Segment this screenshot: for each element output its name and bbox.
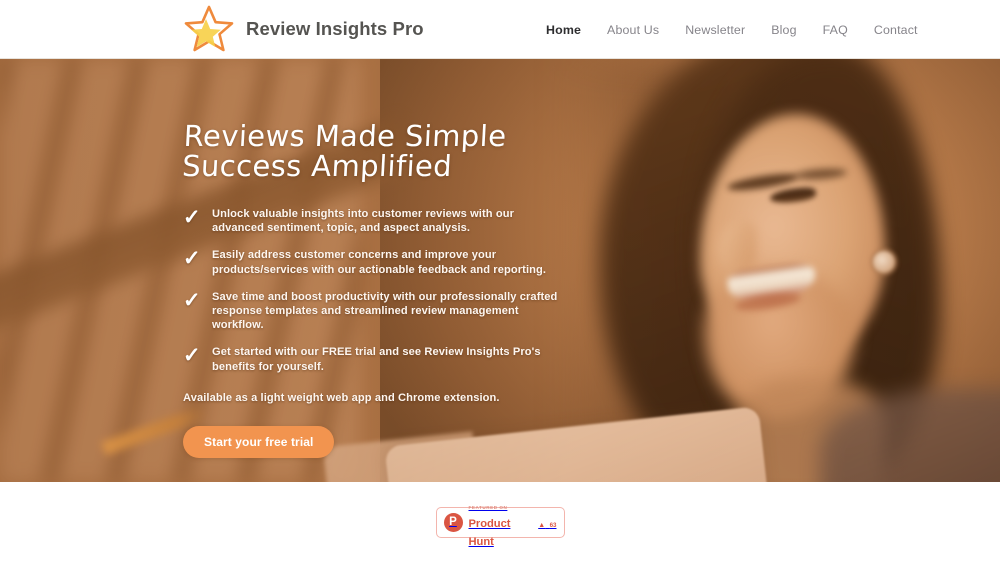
product-hunt-text: FEATURED ON Product Hunt [469,496,539,550]
check-icon: ✓ [183,344,201,368]
main-nav: Home About Us Newsletter Blog FAQ Contac… [546,0,931,59]
nav-item-blog[interactable]: Blog [758,23,809,37]
check-icon: ✓ [183,288,201,312]
product-hunt-badge[interactable]: P FEATURED ON Product Hunt ▲ 63 [435,505,565,548]
feature-item: ✓ Easily address customer concerns and i… [183,248,603,276]
feature-item: ✓ Save time and boost productivity with … [183,290,603,333]
star-icon [183,3,235,55]
site-header: Review Insights Pro Home About Us Newsle… [0,0,1000,59]
check-icon: ✓ [183,247,201,271]
hero-section: Reviews Made Simple Success Amplified ✓ … [0,59,1000,482]
nav-item-newsletter[interactable]: Newsletter [672,23,758,37]
hero-headline-line2: Success Amplified [181,149,453,183]
caret-up-icon: ▲ [538,521,546,529]
feature-text: Save time and boost productivity with ou… [212,290,558,332]
hero-feature-list: ✓ Unlock valuable insights into customer… [183,207,603,374]
feature-item: ✓ Get started with our FREE trial and se… [183,345,603,373]
featured-on-label: FEATURED ON [468,504,508,510]
feature-text: Easily address customer concerns and imp… [212,249,547,276]
hero-headline: Reviews Made Simple Success Amplified [181,119,604,183]
nav-item-home[interactable]: Home [546,23,594,37]
nav-item-about-us[interactable]: About Us [594,23,672,37]
badge-section: P FEATURED ON Product Hunt ▲ 63 [0,482,1000,563]
product-hunt-logo-icon: P [443,513,463,532]
check-icon: ✓ [183,206,201,229]
brand-logo[interactable]: Review Insights Pro [183,3,424,55]
brand-name: Review Insights Pro [246,18,424,39]
hero-content: Reviews Made Simple Success Amplified ✓ … [181,59,604,458]
feature-text: Unlock valuable insights into customer r… [212,208,515,235]
upvote-count: 63 [549,521,557,529]
upvote-counter[interactable]: ▲ 63 [538,514,556,532]
feature-text: Get started with our FREE trial and see … [212,346,541,373]
nav-item-faq[interactable]: FAQ [810,23,861,37]
feature-item: ✓ Unlock valuable insights into customer… [183,207,603,235]
availability-note: Available as a light weight web app and … [183,391,500,404]
nav-item-contact[interactable]: Contact [861,23,931,37]
start-free-trial-button[interactable]: Start your free trial [183,425,335,458]
hero-headline-line1: Reviews Made Simple [182,119,508,153]
product-hunt-name: Product Hunt [468,517,511,548]
